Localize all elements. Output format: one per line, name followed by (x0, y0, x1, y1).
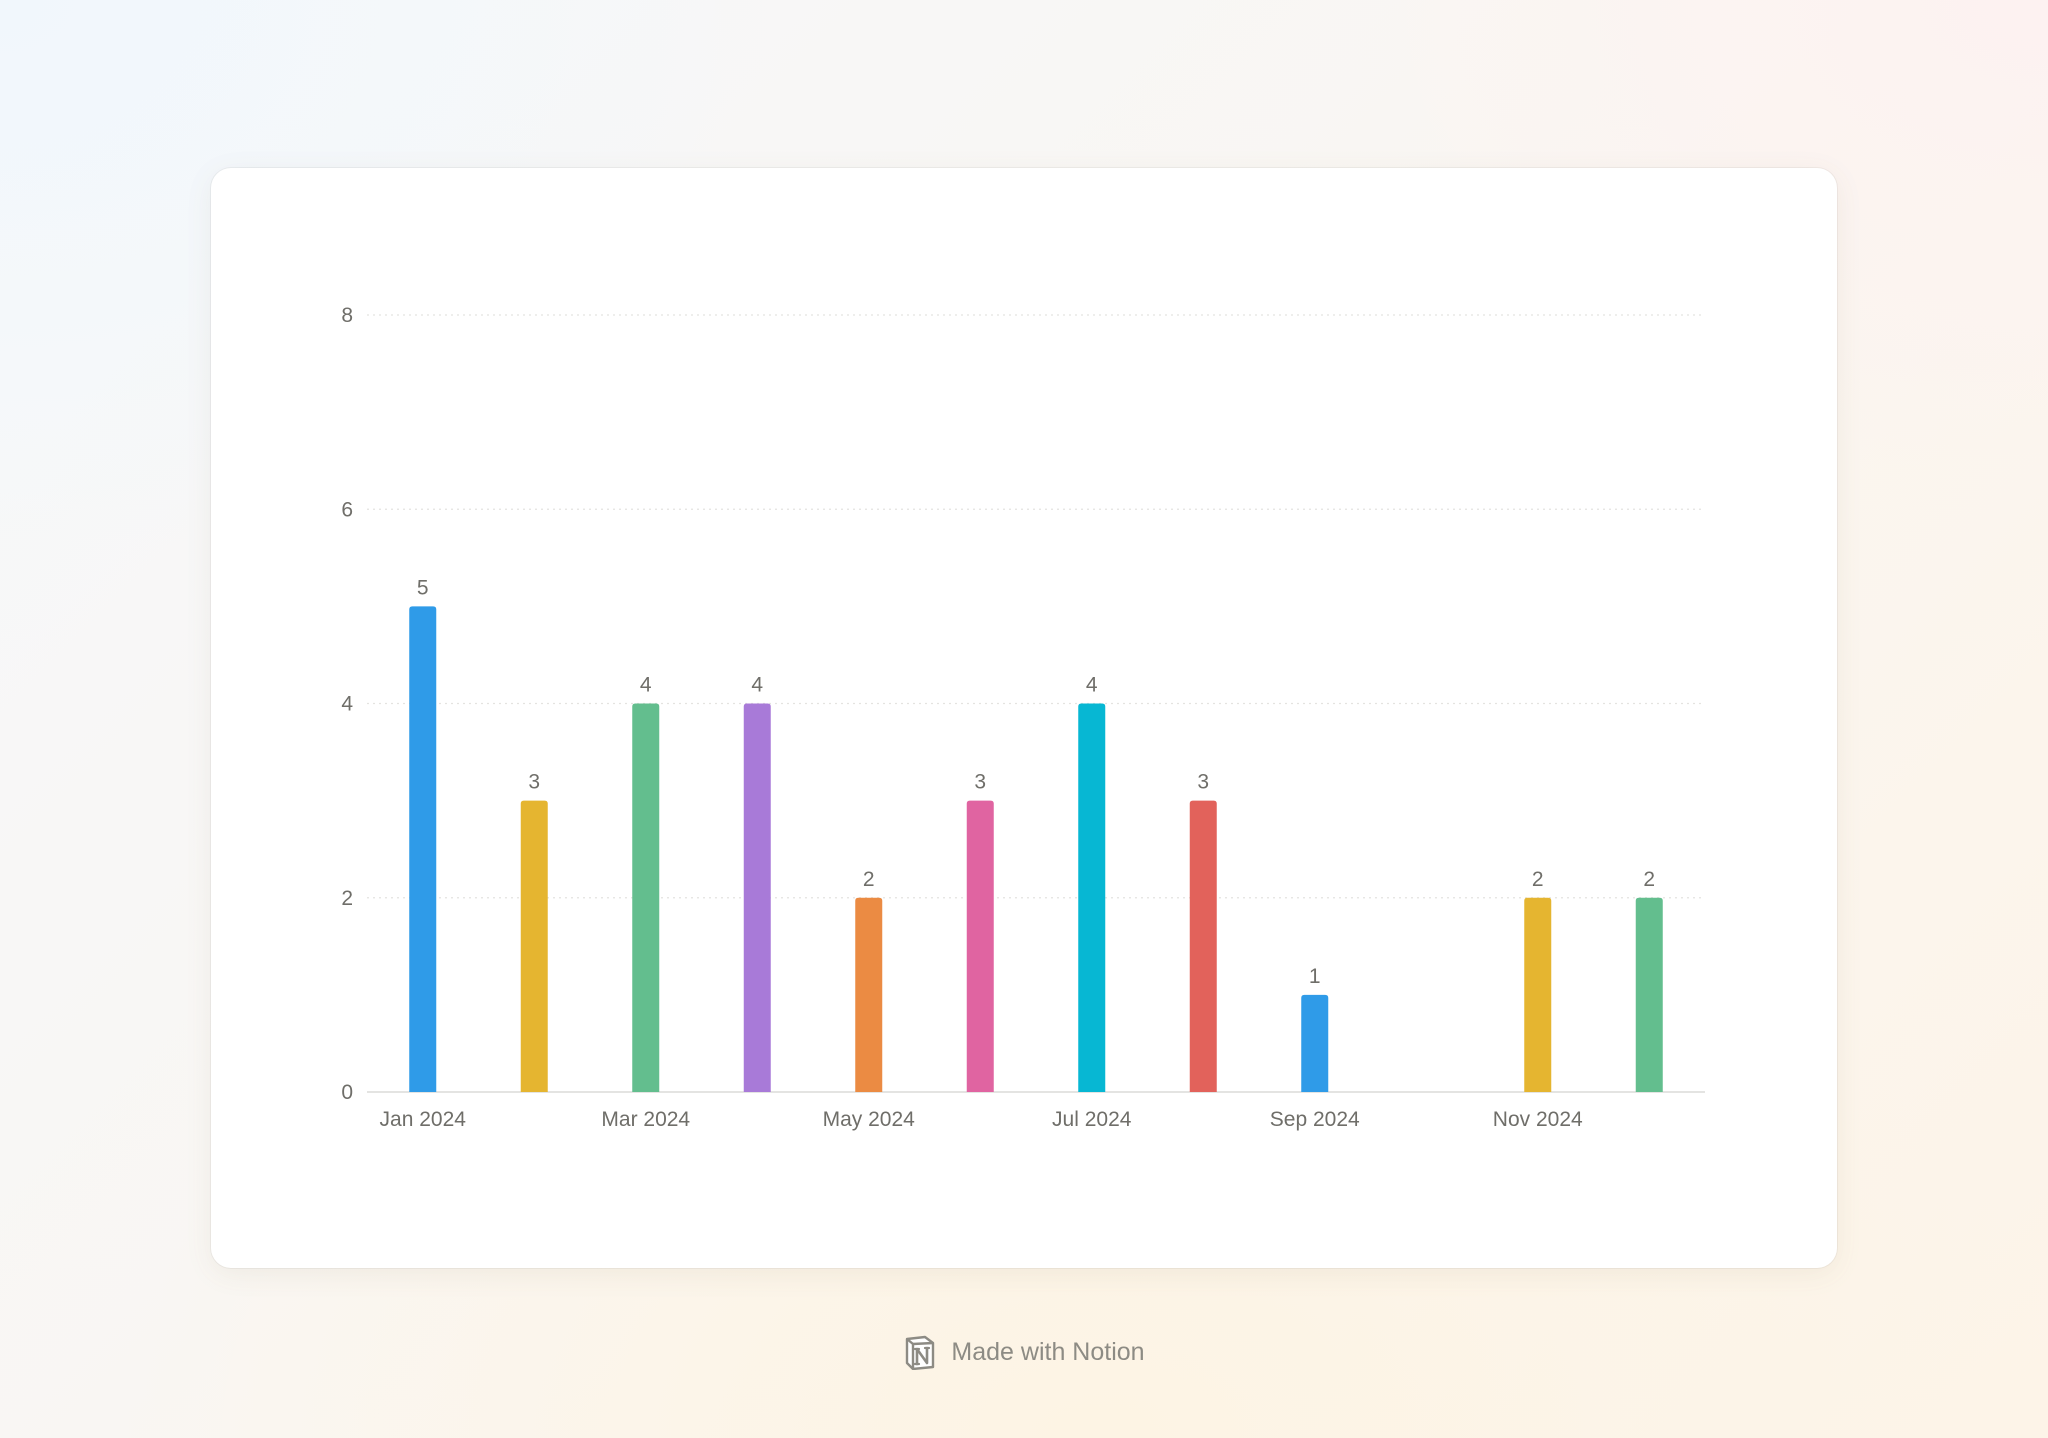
bar-may-2024[interactable] (855, 897, 883, 1092)
x-tick-label: Sep 2024 (1270, 1108, 1360, 1131)
bar-nov-2024[interactable] (1524, 897, 1552, 1092)
data-label: 2 (1532, 868, 1544, 891)
data-label: 2 (863, 868, 875, 891)
y-tick-label: 8 (341, 304, 353, 327)
data-label: 3 (528, 771, 540, 794)
data-label: 4 (1086, 674, 1098, 697)
y-tick-label: 6 (341, 498, 353, 521)
y-tick-label: 4 (341, 693, 353, 716)
y-axis-ticks: 0 2 4 6 8 (341, 304, 353, 1104)
x-tick-label: Nov 2024 (1493, 1108, 1583, 1131)
bars (409, 606, 1663, 1092)
bar-dec-2024[interactable] (1635, 897, 1663, 1092)
footer-text[interactable]: Made with Notion (951, 1338, 1144, 1367)
bar-chart: 0 2 4 6 8 5 3 4 4 2 3 4 3 1 2 2 Jan 2024 Mar 2024 May 20… (341, 304, 1705, 1131)
bar-mar-2024[interactable] (632, 703, 660, 1093)
data-labels: 5 3 4 4 2 3 4 3 1 2 2 (417, 576, 1655, 988)
x-tick-label: Jul 2024 (1052, 1108, 1132, 1131)
x-tick-label: Jan 2024 (380, 1108, 467, 1131)
bar-jan-2024[interactable] (409, 606, 437, 1092)
x-axis-ticks: Jan 2024 Mar 2024 May 2024 Jul 2024 Sep 2024… (380, 1108, 1583, 1131)
data-label: 4 (751, 674, 763, 697)
footer: Made with Notion (0, 1334, 2048, 1371)
chart-card: 0 2 4 6 8 5 3 4 4 2 3 4 3 1 2 2 Jan 2024 Mar 2024 May 20… (211, 168, 1837, 1268)
data-label: 3 (1197, 771, 1209, 794)
y-tick-label: 2 (341, 887, 353, 910)
y-tick-label: 0 (341, 1081, 353, 1104)
bar-feb-2024[interactable] (520, 800, 548, 1092)
data-label: 2 (1643, 868, 1655, 891)
data-label: 1 (1309, 965, 1321, 988)
data-label: 5 (417, 576, 429, 599)
x-tick-label: Mar 2024 (601, 1108, 690, 1131)
x-tick-label: May 2024 (823, 1108, 916, 1131)
bar-sep-2024[interactable] (1301, 994, 1329, 1092)
bar-apr-2024[interactable] (743, 703, 771, 1093)
bar-jun-2024[interactable] (966, 800, 994, 1092)
bar-aug-2024[interactable] (1189, 800, 1217, 1092)
bar-jul-2024[interactable] (1078, 703, 1106, 1093)
notion-logo-icon (903, 1334, 937, 1371)
data-label: 4 (640, 674, 652, 697)
gridlines (367, 314, 1705, 1093)
data-label: 3 (974, 771, 986, 794)
